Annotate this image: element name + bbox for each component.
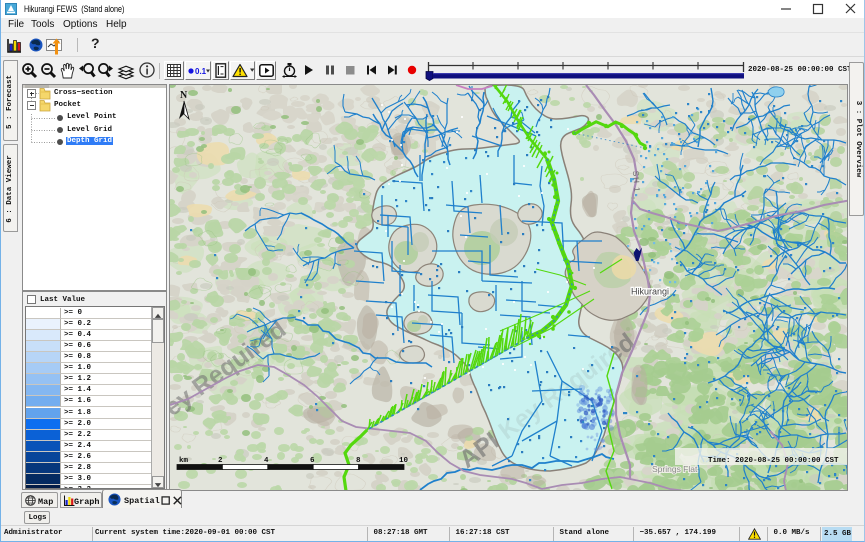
svg-text:Springs Flat: Springs Flat [652, 464, 698, 474]
svg-text:Time: 2020-08-25 00:00:00 CST: Time: 2020-08-25 00:00:00 CST [708, 457, 839, 465]
svg-text:0.1: 0.1 [195, 67, 207, 76]
svg-text:10: 10 [399, 457, 409, 465]
svg-text:4: 4 [264, 457, 269, 465]
svg-text:N: N [180, 90, 188, 101]
svg-text:2: 2 [218, 457, 223, 465]
svg-text:SH 1: SH 1 [631, 171, 641, 193]
svg-text:8: 8 [356, 457, 361, 465]
svg-text:km: km [179, 457, 189, 465]
svg-text:Hikurangi: Hikurangi [631, 287, 669, 297]
svg-text:6: 6 [310, 457, 315, 465]
